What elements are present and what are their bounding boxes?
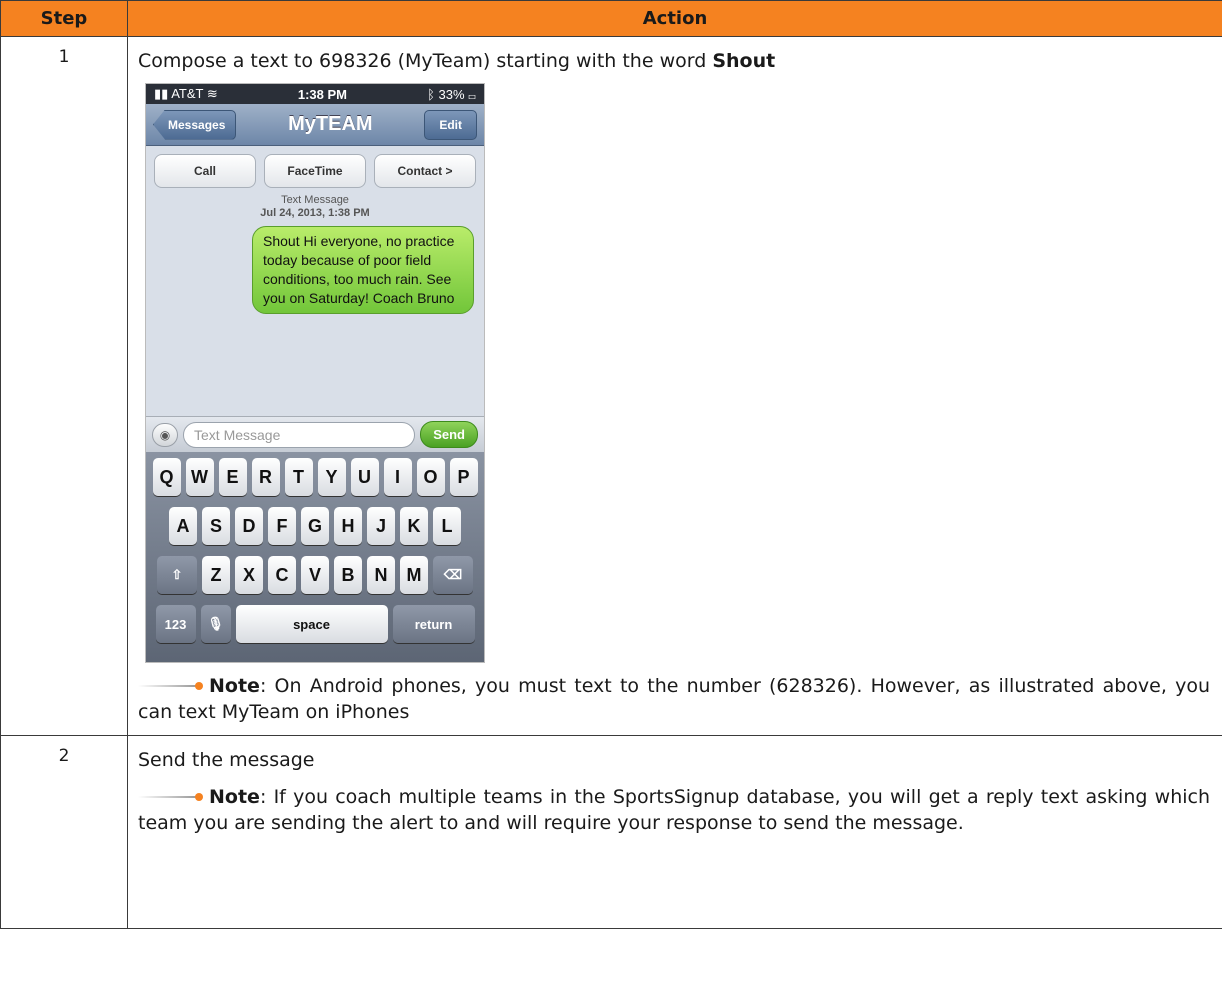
key-t[interactable]: T bbox=[284, 458, 313, 496]
phone-screenshot: ▮▮ AT&T ≋ 1:38 PM ᛒ 33% ▭ Messages MyTEA… bbox=[145, 83, 485, 663]
thread-date: Jul 24, 2013, 1:38 PM bbox=[260, 207, 370, 219]
key-a[interactable]: A bbox=[169, 507, 197, 545]
key-f[interactable]: F bbox=[268, 507, 296, 545]
space-key[interactable]: space bbox=[235, 605, 388, 643]
step-action: Send the message Note: If you coach mult… bbox=[127, 735, 1222, 929]
header-step: Step bbox=[0, 0, 128, 37]
keyboard-letters: ZXCVBNM bbox=[202, 556, 428, 594]
delete-key-icon[interactable]: ⌫ bbox=[433, 556, 473, 594]
header-action: Action bbox=[127, 0, 1222, 37]
thread-label: Text Message bbox=[281, 194, 349, 206]
thread-meta: Text Message Jul 24, 2013, 1:38 PM bbox=[146, 194, 484, 219]
key-y[interactable]: Y bbox=[317, 458, 346, 496]
camera-icon[interactable]: ◉ bbox=[152, 422, 178, 447]
contact-button[interactable]: Contact > bbox=[374, 154, 476, 188]
key-m[interactable]: M bbox=[400, 556, 428, 594]
key-c[interactable]: C bbox=[268, 556, 296, 594]
note-pointer-icon bbox=[138, 792, 204, 803]
numbers-key[interactable]: 123 bbox=[155, 605, 196, 643]
edit-button[interactable]: Edit bbox=[424, 109, 477, 140]
messages-back-button[interactable]: Messages bbox=[153, 109, 237, 140]
key-h[interactable]: H bbox=[334, 507, 362, 545]
key-v[interactable]: V bbox=[301, 556, 329, 594]
key-u[interactable]: U bbox=[350, 458, 379, 496]
clock-label: 1:38 PM bbox=[297, 86, 347, 102]
status-bar: ▮▮ AT&T ≋ 1:38 PM ᛒ 33% ▭ bbox=[146, 84, 484, 104]
note-label: Note bbox=[209, 675, 260, 697]
key-w[interactable]: W bbox=[185, 458, 214, 496]
step-action: Compose a text to 698326 (MyTeam) starti… bbox=[127, 36, 1222, 736]
keyboard: QWERTYUIOP ASDFGHJKL ⇧ ZXCVBNM ⌫ 123 🎙 s… bbox=[146, 452, 484, 662]
key-i[interactable]: I bbox=[383, 458, 412, 496]
table-row: 2 Send the message Note: If you coach mu… bbox=[0, 735, 1222, 929]
step-note: Note: On Android phones, you must text t… bbox=[138, 673, 1210, 725]
key-k[interactable]: K bbox=[400, 507, 428, 545]
carrier-label: ▮▮ AT&T ≋ bbox=[154, 86, 218, 101]
key-z[interactable]: Z bbox=[202, 556, 230, 594]
step-number: 2 bbox=[0, 735, 128, 929]
table-header-row: Step Action bbox=[0, 0, 1222, 37]
signal-icon: ▮▮ bbox=[154, 86, 169, 101]
note-pointer-icon bbox=[138, 681, 204, 692]
table-row: 1 Compose a text to 698326 (MyTeam) star… bbox=[0, 36, 1222, 736]
key-n[interactable]: N bbox=[367, 556, 395, 594]
steps-table: Step Action 1 Compose a text to 698326 (… bbox=[0, 0, 1222, 929]
key-s[interactable]: S bbox=[202, 507, 230, 545]
instruction-keyword: Shout bbox=[712, 50, 776, 72]
conversation-title: MyTEAM bbox=[288, 113, 373, 135]
keyboard-row-2: ASDFGHJKL bbox=[149, 507, 481, 545]
message-bubble: Shout Hi everyone, no practice today bec… bbox=[252, 226, 474, 314]
contact-actions: Call FaceTime Contact > bbox=[146, 146, 484, 192]
step-instruction: Send the message bbox=[138, 749, 315, 771]
return-key[interactable]: return bbox=[392, 605, 475, 643]
keyboard-row-4: 123 🎙 space return bbox=[149, 605, 481, 643]
battery-label: ᛒ 33% ▭ bbox=[427, 86, 476, 102]
step-note: Note: If you coach multiple teams in the… bbox=[138, 784, 1210, 836]
note-label: Note bbox=[209, 786, 260, 808]
wifi-icon: ≋ bbox=[206, 86, 218, 101]
key-r[interactable]: R bbox=[251, 458, 280, 496]
microphone-icon[interactable]: 🎙 bbox=[200, 605, 231, 643]
instruction-text: Compose a text to 698326 (MyTeam) starti… bbox=[138, 50, 713, 72]
message-input[interactable]: Text Message bbox=[183, 421, 416, 448]
bluetooth-icon: ᛒ bbox=[427, 86, 435, 102]
input-bar: ◉ Text Message Send bbox=[146, 416, 484, 452]
keyboard-row-1: QWERTYUIOP bbox=[149, 458, 481, 496]
step-number: 1 bbox=[0, 36, 128, 736]
note-text: : If you coach multiple teams in the Spo… bbox=[138, 786, 1210, 834]
key-e[interactable]: E bbox=[218, 458, 247, 496]
key-j[interactable]: J bbox=[367, 507, 395, 545]
key-p[interactable]: P bbox=[449, 458, 478, 496]
send-button[interactable]: Send bbox=[420, 421, 478, 448]
key-o[interactable]: O bbox=[416, 458, 445, 496]
shift-key[interactable]: ⇧ bbox=[157, 556, 197, 594]
key-l[interactable]: L bbox=[433, 507, 461, 545]
call-button[interactable]: Call bbox=[154, 154, 256, 188]
facetime-button[interactable]: FaceTime bbox=[264, 154, 366, 188]
keyboard-row-3: ⇧ ZXCVBNM ⌫ bbox=[149, 556, 481, 594]
step-instruction: Compose a text to 698326 (MyTeam) starti… bbox=[138, 47, 1210, 75]
battery-icon: ▭ bbox=[468, 86, 476, 102]
key-x[interactable]: X bbox=[235, 556, 263, 594]
key-q[interactable]: Q bbox=[152, 458, 181, 496]
nav-bar: Messages MyTEAM Edit bbox=[146, 104, 484, 146]
key-d[interactable]: D bbox=[235, 507, 263, 545]
key-g[interactable]: G bbox=[301, 507, 329, 545]
note-text: : On Android phones, you must text to th… bbox=[138, 675, 1210, 723]
key-b[interactable]: B bbox=[334, 556, 362, 594]
